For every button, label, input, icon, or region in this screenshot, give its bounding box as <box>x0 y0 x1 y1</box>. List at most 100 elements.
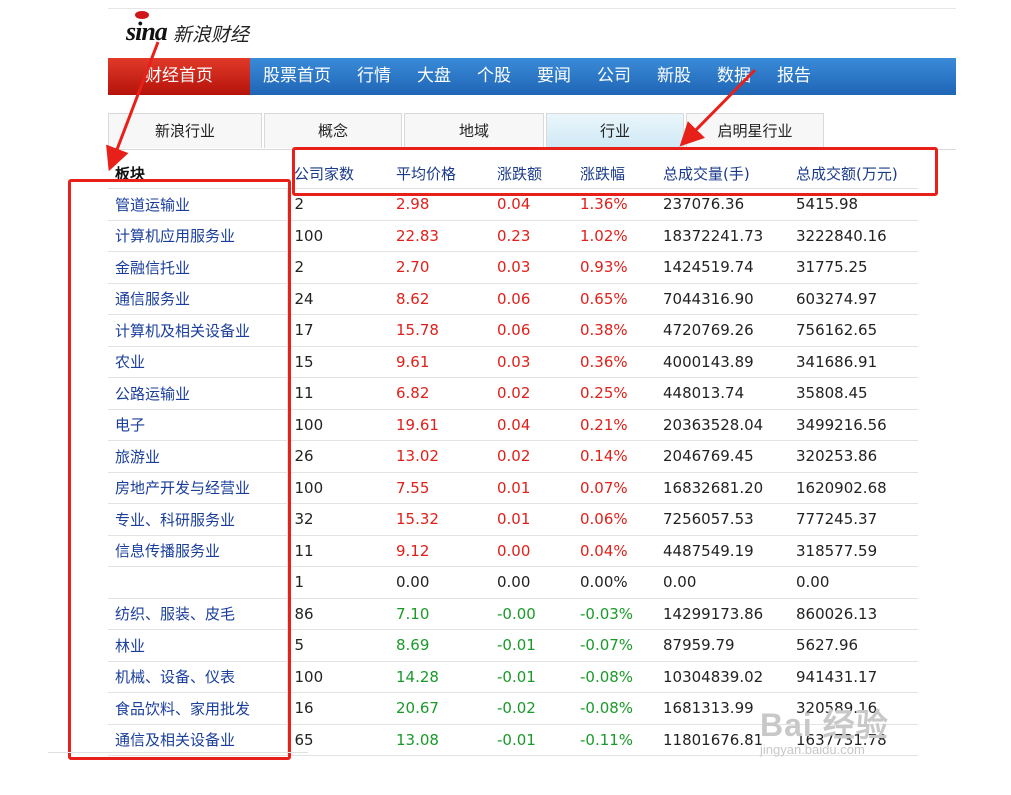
volume-cell: 0.00 <box>656 566 789 599</box>
nav-stock-home[interactable]: 股票首页 <box>250 58 344 95</box>
nav-data[interactable]: 数据 <box>704 58 764 95</box>
avg-price-cell: 7.10 <box>389 598 490 630</box>
company-count-cell: 32 <box>287 503 389 536</box>
volume-cell: 237076.36 <box>656 188 789 221</box>
change-cell: -0.02 <box>490 692 573 725</box>
change-pct-cell: 1.02% <box>573 220 656 252</box>
tab-concept[interactable]: 概念 <box>264 113 402 148</box>
nav-market[interactable]: 大盘 <box>404 58 464 95</box>
col-avg-price[interactable]: 平均价格 <box>389 158 490 189</box>
col-change[interactable]: 涨跌额 <box>490 158 573 189</box>
company-count-cell: 15 <box>287 346 389 378</box>
table-row: 房地产开发与经营业 100 7.55 0.01 0.07% 16832681.20 1620… <box>108 472 918 504</box>
tab-qimingxing-industry[interactable]: 启明星行业 <box>686 113 824 148</box>
change-pct-cell: -0.11% <box>573 724 656 756</box>
company-count-cell: 1 <box>287 566 389 599</box>
tab-region[interactable]: 地域 <box>404 113 544 148</box>
table-row: 信息传播服务业 11 9.12 0.00 0.04% 4487549.19 318577.5… <box>108 535 918 567</box>
avg-price-cell: 6.82 <box>389 377 490 410</box>
nav-finance-home[interactable]: 财经首页 <box>108 58 250 95</box>
sector-name-cell[interactable] <box>108 566 288 599</box>
volume-cell: 448013.74 <box>656 377 789 410</box>
col-company-count[interactable]: 公司家数 <box>287 158 389 189</box>
volume-cell: 4487549.19 <box>656 535 789 567</box>
volume-cell: 10304839.02 <box>656 661 789 693</box>
avg-price-cell: 15.78 <box>389 314 490 347</box>
table-header-row: 板块 公司家数 平均价格 涨跌额 涨跌幅 总成交量(手) 总成交额(万元) <box>108 158 918 189</box>
nav-quotes[interactable]: 行情 <box>344 58 404 95</box>
company-count-cell: 100 <box>287 220 389 252</box>
main-nav: 财经首页 股票首页 行情 大盘 个股 要闻 公司 新股 数据 报告 <box>108 58 956 95</box>
volume-cell: 7256057.53 <box>656 503 789 536</box>
sina-finance-logo[interactable]: sina 新浪财经 <box>126 11 249 47</box>
company-count-cell: 24 <box>287 283 389 315</box>
nav-stocks[interactable]: 个股 <box>464 58 524 95</box>
avg-price-cell: 13.08 <box>389 724 490 756</box>
table-row: 电子 100 19.61 0.04 0.21% 20363528.04 3499216.56 <box>108 409 918 441</box>
change-cell: 0.01 <box>490 503 573 536</box>
table-row: 管道运输业 2 2.98 0.04 1.36% 237076.36 5415.98 <box>108 188 918 221</box>
change-pct-cell: 0.38% <box>573 314 656 347</box>
sector-name-cell[interactable]: 农业 <box>108 346 288 378</box>
col-change-pct[interactable]: 涨跌幅 <box>573 158 656 189</box>
avg-price-cell: 8.62 <box>389 283 490 315</box>
amount-cell: 5415.98 <box>789 188 918 221</box>
sector-name-cell[interactable]: 旅游业 <box>108 440 288 473</box>
amount-cell: 756162.65 <box>789 314 918 347</box>
avg-price-cell: 20.67 <box>389 692 490 725</box>
table-row: 林业 5 8.69 -0.01 -0.07% 87959.79 5627.96 <box>108 629 918 662</box>
sector-name-cell[interactable]: 专业、科研服务业 <box>108 503 288 536</box>
amount-cell: 777245.37 <box>789 503 918 536</box>
sector-name-cell[interactable]: 通信服务业 <box>108 283 288 315</box>
baidu-jingyan-watermark: Bai 经验 jingyan.baidu.com <box>760 707 889 757</box>
sector-name-cell[interactable]: 金融信托业 <box>108 251 288 284</box>
change-cell: -0.01 <box>490 724 573 756</box>
change-pct-cell: 0.07% <box>573 472 656 504</box>
sector-name-cell[interactable]: 电子 <box>108 409 288 441</box>
sector-name-cell[interactable]: 食品饮料、家用批发 <box>108 692 288 725</box>
amount-cell: 941431.17 <box>789 661 918 693</box>
volume-cell: 14299173.86 <box>656 598 789 630</box>
col-total-amount[interactable]: 总成交额(万元) <box>789 158 918 189</box>
col-sector[interactable]: 板块 <box>108 158 287 189</box>
avg-price-cell: 0.00 <box>389 566 490 599</box>
table-row: 1 0.00 0.00 0.00% 0.00 0.00 <box>108 566 918 599</box>
avg-price-cell: 2.70 <box>389 251 490 284</box>
sector-name-cell[interactable]: 纺织、服装、皮毛 <box>108 598 288 630</box>
tab-industry[interactable]: 行业 <box>546 113 684 148</box>
company-count-cell: 100 <box>287 409 389 441</box>
sector-name-cell[interactable]: 林业 <box>108 629 288 662</box>
sector-name-cell[interactable]: 计算机及相关设备业 <box>108 314 288 347</box>
avg-price-cell: 9.12 <box>389 535 490 567</box>
change-cell: -0.01 <box>490 629 573 662</box>
sector-name-cell[interactable]: 房地产开发与经营业 <box>108 472 288 504</box>
nav-company[interactable]: 公司 <box>584 58 644 95</box>
sector-name-cell[interactable]: 通信及相关设备业 <box>108 724 288 756</box>
change-cell: 0.03 <box>490 251 573 284</box>
col-total-volume[interactable]: 总成交量(手) <box>656 158 789 189</box>
nav-ipo[interactable]: 新股 <box>644 58 704 95</box>
company-count-cell: 17 <box>287 314 389 347</box>
nav-news[interactable]: 要闻 <box>524 58 584 95</box>
change-pct-cell: 0.65% <box>573 283 656 315</box>
sector-name-cell[interactable]: 管道运输业 <box>108 188 288 221</box>
tab-sina-industry[interactable]: 新浪行业 <box>108 113 262 148</box>
avg-price-cell: 13.02 <box>389 440 490 473</box>
change-cell: -0.01 <box>490 661 573 693</box>
sector-name-cell[interactable]: 计算机应用服务业 <box>108 220 288 252</box>
change-cell: 0.00 <box>490 566 573 599</box>
sector-name-cell[interactable]: 信息传播服务业 <box>108 535 288 567</box>
avg-price-cell: 9.61 <box>389 346 490 378</box>
volume-cell: 87959.79 <box>656 629 789 662</box>
change-pct-cell: -0.03% <box>573 598 656 630</box>
nav-reports[interactable]: 报告 <box>764 58 824 95</box>
sector-name-cell[interactable]: 公路运输业 <box>108 377 288 410</box>
change-pct-cell: 0.93% <box>573 251 656 284</box>
amount-cell: 31775.25 <box>789 251 918 284</box>
sina-eye-icon <box>135 11 149 19</box>
sina-logo-mark: sina <box>126 11 168 47</box>
volume-cell: 16832681.20 <box>656 472 789 504</box>
sector-name-cell[interactable]: 机械、设备、仪表 <box>108 661 288 693</box>
company-count-cell: 100 <box>287 661 389 693</box>
change-pct-cell: 0.36% <box>573 346 656 378</box>
